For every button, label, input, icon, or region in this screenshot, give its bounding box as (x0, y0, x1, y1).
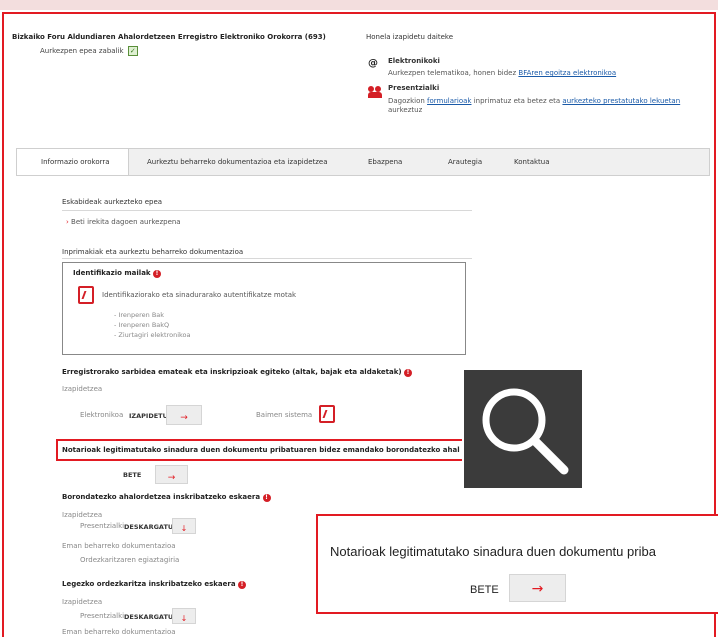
tab-documentation[interactable]: Aurkeztu beharreko dokumentazioa eta iza… (147, 149, 328, 175)
voluntary-title-text: Borondatezko ahalordetzea inskribatzeko … (62, 493, 261, 501)
pdf-icon[interactable] (78, 286, 94, 304)
id-level-item: - Ziurtagiri elektronikoa (114, 331, 191, 339)
page: Bizkaiko Foru Aldundiaren Ahalordetzeen … (0, 0, 718, 637)
tab-regulation[interactable]: Arautegia (448, 149, 482, 175)
download-button[interactable]: ↓ (172, 518, 196, 534)
access-title-text: Erregistrorako sarbidea emateak eta insk… (62, 368, 402, 376)
divider (62, 210, 472, 211)
info-icon[interactable]: ! (153, 270, 162, 278)
procedure-label: Izapidetzea (62, 511, 103, 519)
divider (62, 258, 472, 259)
tab-contact[interactable]: Kontaktua (514, 149, 550, 175)
arrow-right-icon: → (167, 473, 176, 483)
electronic-office-link[interactable]: BFAren egoitza elektronikoa (518, 69, 616, 77)
download-label: DESKARGATU (124, 613, 174, 621)
deadline-item-text: Beti irekita dagoen aurkezpena (71, 218, 181, 226)
magnifier-overlay (464, 370, 582, 488)
inperson-text-3: aurkeztuz (388, 106, 423, 114)
forms-title: Inprimakiak eta aurkeztu beharreko dokum… (62, 248, 244, 256)
top-banner (0, 0, 718, 10)
inperson-text-1: Dagozkion (388, 97, 425, 105)
bullet-icon: › (66, 218, 69, 226)
process-label: IZAPIDETU (129, 412, 168, 420)
electronic-title: Elektronikoki (388, 57, 440, 65)
process-button[interactable]: → (166, 405, 202, 425)
calendar-check-icon: ✓ (127, 46, 138, 56)
registry-title: Bizkaiko Foru Aldundiaren Ahalordetzeen … (12, 33, 326, 41)
magnifier-icon (482, 388, 569, 475)
download-label: DESKARGATU (124, 523, 174, 531)
electronic-label: Elektronikoa (80, 411, 124, 419)
legal-title-text: Legezko ordezkaritza inskribatzeko eskae… (62, 580, 236, 588)
arrow-right-icon: → (531, 581, 544, 597)
representation-cert[interactable]: Ordezkaritzaren egiaztagiria (80, 556, 179, 564)
open-status: Aurkezpen epea zabalik ✓ (40, 46, 138, 56)
access-title: Erregistrorako sarbidea emateak eta insk… (62, 368, 413, 377)
locations-link[interactable]: aurkezteko prestatutako lekuetan (562, 97, 680, 105)
fill-button[interactable]: → (155, 465, 188, 484)
submit-title: Honela izapidetu daiteke (366, 33, 454, 41)
inperson-label: Presentzialki (80, 612, 125, 620)
id-levels-title: Identifikazio mailak ! (73, 269, 162, 278)
inperson-label: Presentzialki (80, 522, 125, 530)
forms-link[interactable]: formularioak (427, 97, 471, 105)
required-docs-label: Eman beharreko dokumentazioa (62, 628, 176, 636)
info-icon[interactable]: ! (262, 494, 271, 502)
id-level-item: - Irenperen Bak (114, 311, 165, 319)
id-levels-title-text: Identifikazio mailak (73, 269, 151, 277)
procedure-label: Izapidetzea (62, 385, 103, 393)
legal-title: Legezko ordezkaritza inskribatzeko eskae… (62, 580, 246, 589)
permission-label: Baimen sistema (256, 411, 313, 419)
id-levels-doc[interactable]: Identifikaziorako eta sinadurarako auten… (102, 291, 296, 299)
deadline-title: Eskabideak aurkezteko epea (62, 198, 163, 206)
at-icon: @ (368, 58, 378, 69)
zoom-fill-button[interactable]: → (509, 574, 566, 602)
zoom-callout: Notarioak legitimatutako sinadura duen d… (316, 514, 718, 614)
electronic-text: Aurkezpen telematikoa, honen bidez (388, 69, 517, 77)
open-status-label: Aurkezpen epea zabalik (40, 47, 124, 55)
deadline-item: › Beti irekita dagoen aurkezpena (66, 218, 181, 226)
electronic-line: Aurkezpen telematikoa, honen bidez BFAre… (388, 69, 616, 77)
procedure-label: Izapidetzea (62, 598, 103, 606)
download-button[interactable]: ↓ (172, 608, 196, 624)
arrow-down-icon: ↓ (180, 614, 188, 623)
info-icon[interactable]: ! (404, 369, 413, 377)
fill-label: BETE (123, 471, 142, 479)
tab-general-info[interactable]: Informazio orokorra (17, 149, 129, 175)
zoom-fill-label: BETE (470, 584, 499, 596)
tab-bar: Informazio orokorra Aurkeztu beharreko d… (16, 148, 710, 176)
voluntary-title: Borondatezko ahalordetzea inskribatzeko … (62, 493, 271, 502)
tab-resolution[interactable]: Ebazpena (368, 149, 402, 175)
zoom-text: Notarioak legitimatutako sinadura duen d… (330, 544, 656, 559)
required-docs-label: Eman beharreko dokumentazioa (62, 542, 176, 550)
inperson-title: Presentzialki (388, 84, 440, 92)
arrow-right-icon: → (180, 413, 188, 423)
pdf-icon[interactable] (319, 405, 335, 423)
inperson-text-2: inprimatuz eta betez eta (473, 97, 561, 105)
arrow-down-icon: ↓ (180, 524, 188, 533)
people-icon (368, 86, 382, 98)
info-icon[interactable]: ! (238, 581, 246, 589)
notary-title: Notarioak legitimatutako sinadura duen d… (62, 446, 460, 454)
inperson-line: Dagozkion formularioak inprimatuz eta be… (388, 97, 688, 115)
id-level-item: - Irenperen BakQ (114, 321, 170, 329)
